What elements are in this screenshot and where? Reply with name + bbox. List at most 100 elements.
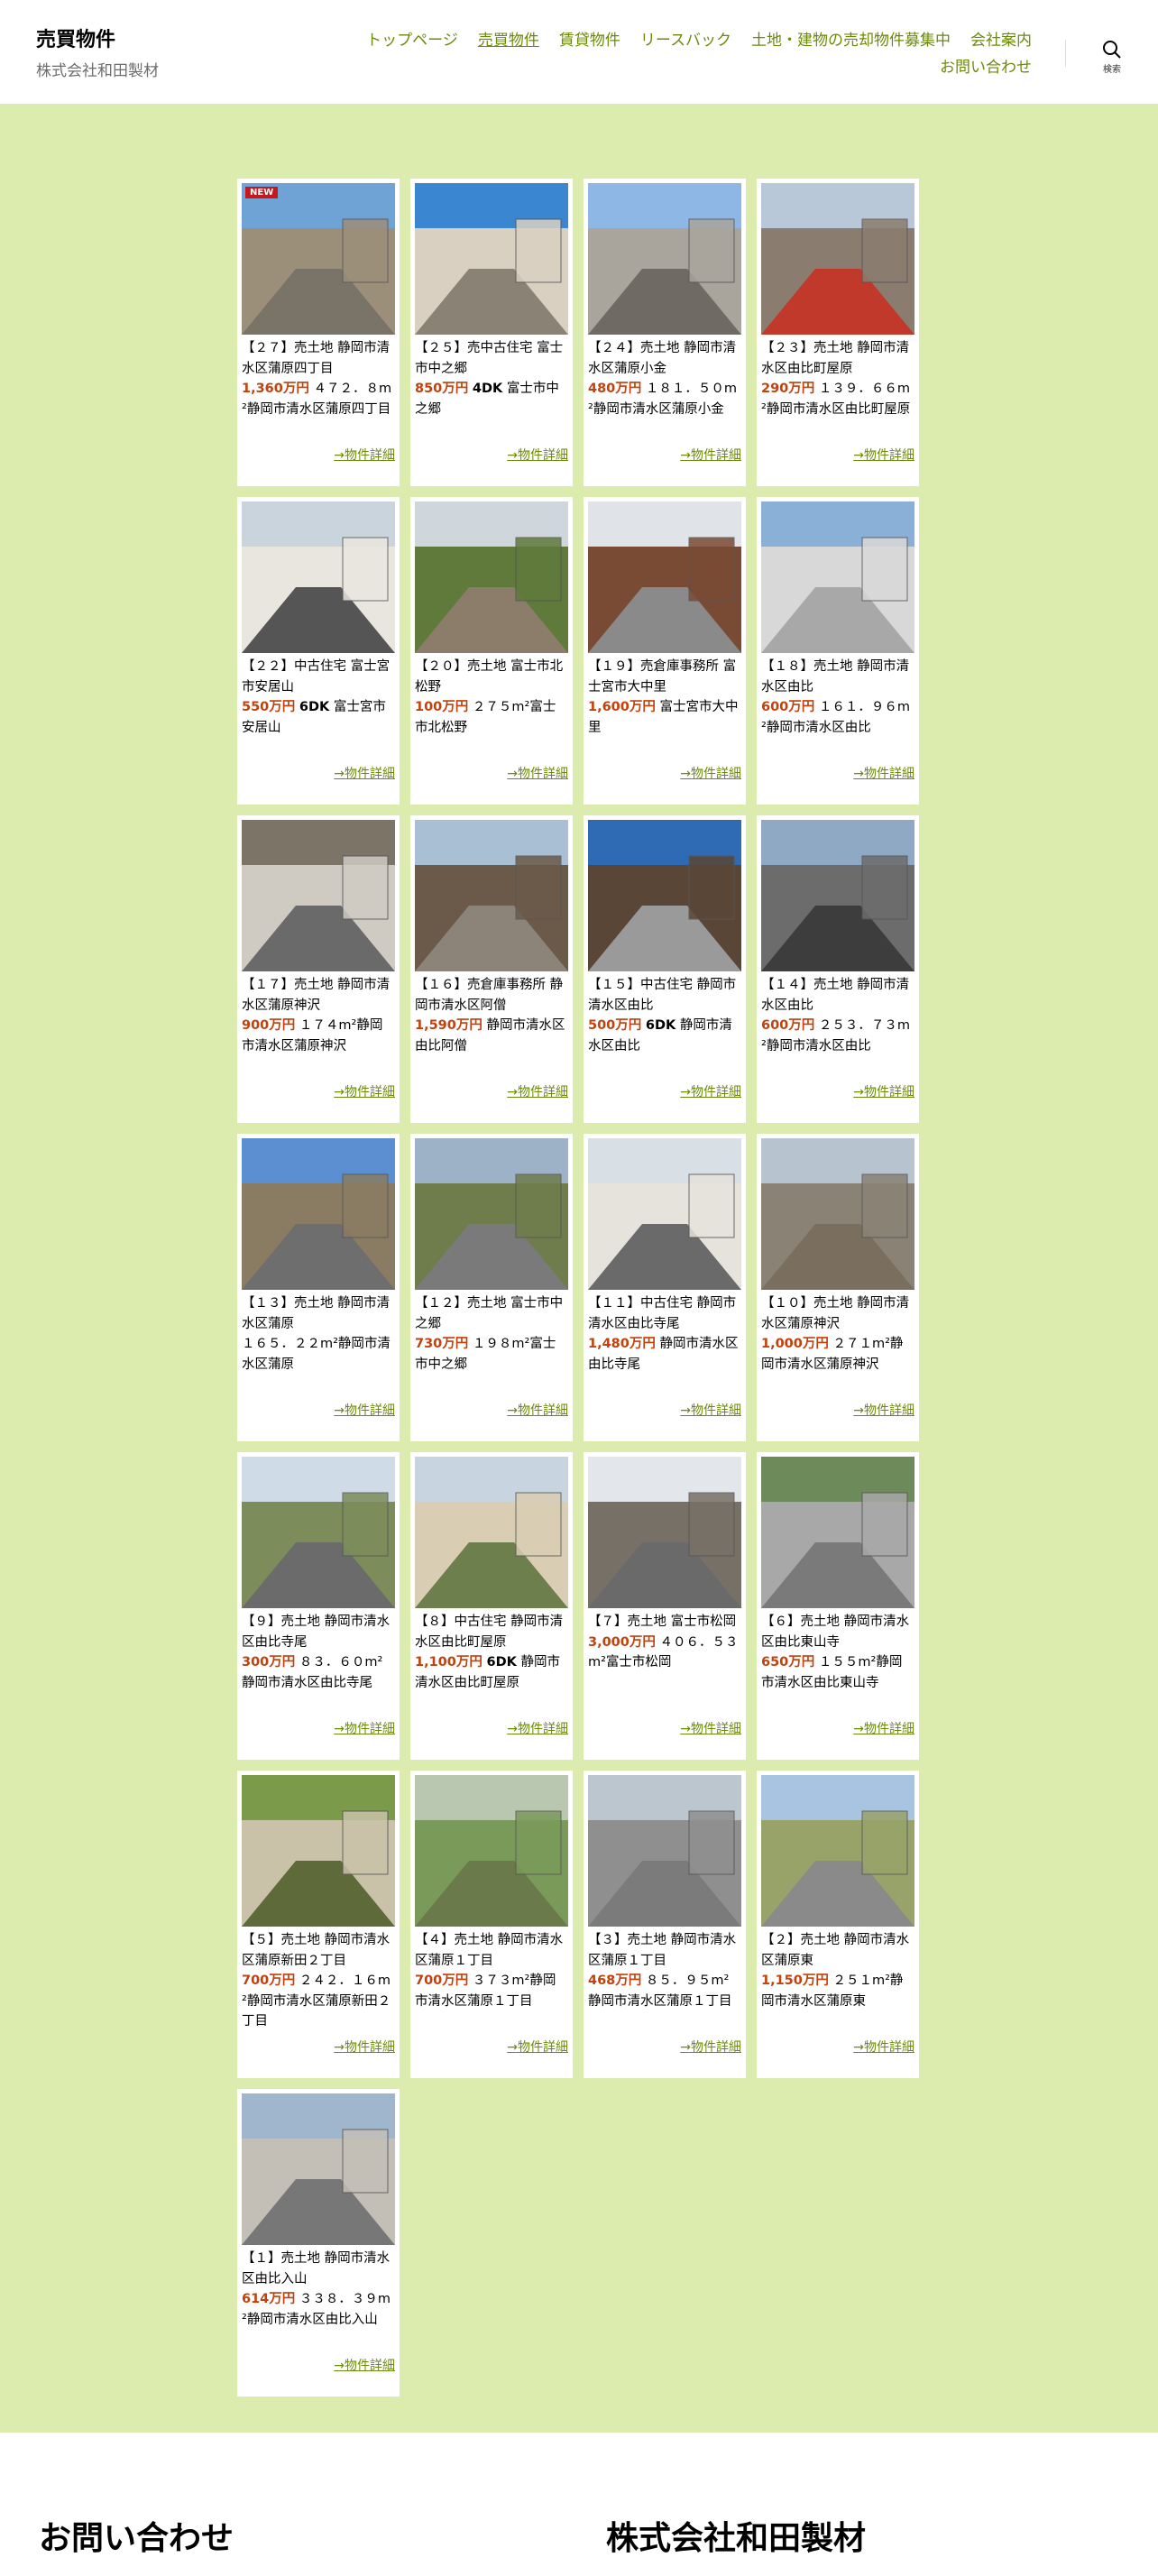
- property-photo[interactable]: [242, 501, 395, 653]
- nav-company[interactable]: 会社案内: [970, 27, 1032, 54]
- detail-link[interactable]: →物件詳細: [507, 764, 568, 782]
- detail-link[interactable]: →物件詳細: [853, 1082, 914, 1100]
- listing-description: 【１０】売土地 静岡市清水区蒲原神沢 1,000万円 ２７１m²静岡市清水区蒲原神…: [761, 1293, 914, 1375]
- listing-description: 【１６】売倉庫事務所 静岡市清水区阿僧 1,590万円 静岡市清水区由比阿僧: [415, 975, 568, 1056]
- property-photo[interactable]: [588, 183, 741, 335]
- detail-link[interactable]: →物件詳細: [507, 1719, 568, 1737]
- listings-section: NEW 【２７】売土地 静岡市清水区蒲原四丁目 1,360万円 ４７２．８m²静岡市…: [0, 104, 1158, 2433]
- search-button[interactable]: 検索: [1094, 40, 1130, 75]
- property-photo[interactable]: [761, 1138, 914, 1290]
- property-photo[interactable]: [415, 501, 568, 653]
- listing-price: 730万円: [415, 1337, 469, 1351]
- detail-link[interactable]: →物件詳細: [507, 1401, 568, 1419]
- detail-link[interactable]: →物件詳細: [334, 1401, 395, 1419]
- nav-top[interactable]: トップページ: [366, 27, 458, 54]
- listing-card[interactable]: 【２５】売中古住宅 富士市中之郷 850万円 4DK 富士市中之郷 →物件詳細: [410, 179, 573, 486]
- listing-title: 【２２】中古住宅 富士宮市安居山: [242, 659, 391, 695]
- listing-description: 【１１】中古住宅 静岡市清水区由比寺尾 1,480万円 静岡市清水区由比寺尾: [588, 1293, 741, 1375]
- property-photo[interactable]: [242, 1457, 395, 1608]
- property-photo[interactable]: [588, 1775, 741, 1927]
- property-photo[interactable]: [415, 183, 568, 335]
- nav-sales[interactable]: 売買物件: [478, 27, 539, 54]
- detail-link[interactable]: →物件詳細: [853, 2038, 914, 2056]
- property-photo[interactable]: [242, 820, 395, 971]
- property-photo-image: [415, 1457, 568, 1608]
- property-photo[interactable]: [588, 820, 741, 971]
- detail-link[interactable]: →物件詳細: [680, 1082, 741, 1100]
- nav-wanted[interactable]: 土地・建物の売却物件募集中: [751, 27, 951, 54]
- property-photo[interactable]: [761, 820, 914, 971]
- detail-link[interactable]: →物件詳細: [853, 764, 914, 782]
- property-photo-image: [588, 1775, 741, 1927]
- listing-card[interactable]: 【８】中古住宅 静岡市清水区由比町屋原 1,100万円 6DK 静岡市清水区由比町…: [410, 1452, 573, 1760]
- listing-card[interactable]: 【１０】売土地 静岡市清水区蒲原神沢 1,000万円 ２７１m²静岡市清水区蒲原神…: [757, 1134, 919, 1441]
- detail-link[interactable]: →物件詳細: [507, 446, 568, 464]
- listing-card[interactable]: 【２３】売土地 静岡市清水区由比町屋原 290万円 １３９．６６m²静岡市清水区由…: [757, 179, 919, 486]
- listing-card[interactable]: 【１６】売倉庫事務所 静岡市清水区阿僧 1,590万円 静岡市清水区由比阿僧 →物件…: [410, 815, 573, 1123]
- property-photo[interactable]: [242, 1138, 395, 1290]
- property-photo[interactable]: [242, 1775, 395, 1927]
- listing-card[interactable]: 【３】売土地 静岡市清水区蒲原１丁目 468万円 ８５．９５m²静岡市清水区蒲原１…: [584, 1771, 746, 2078]
- listing-card[interactable]: 【１４】売土地 静岡市清水区由比 600万円 ２５３．７３m²静岡市清水区由比 →物…: [757, 815, 919, 1123]
- listing-card[interactable]: 【９】売土地 静岡市清水区由比寺尾 300万円 ８３．６０m²静岡市清水区由比寺尾…: [237, 1452, 400, 1760]
- listing-card[interactable]: 【６】売土地 静岡市清水区由比東山寺 650万円 １５５m²静岡市清水区由比東山寺…: [757, 1452, 919, 1760]
- listing-card[interactable]: 【１３】売土地 静岡市清水区蒲原 １６５．２２m²静岡市清水区蒲原 →物件詳細: [237, 1134, 400, 1441]
- detail-link[interactable]: →物件詳細: [853, 1719, 914, 1737]
- detail-link[interactable]: →物件詳細: [507, 2038, 568, 2056]
- listing-title: 【１０】売土地 静岡市清水区蒲原神沢: [761, 1296, 910, 1331]
- listing-card[interactable]: 【１５】中古住宅 静岡市清水区由比 500万円 6DK 静岡市清水区由比 →物件詳細: [584, 815, 746, 1123]
- detail-link[interactable]: →物件詳細: [680, 1719, 741, 1737]
- listing-price: 468万円: [588, 1973, 642, 1988]
- listing-card[interactable]: 【１７】売土地 静岡市清水区蒲原神沢 900万円 １７４m²静岡市清水区蒲原神沢 →…: [237, 815, 400, 1123]
- detail-link[interactable]: →物件詳細: [680, 446, 741, 464]
- property-photo[interactable]: [761, 1457, 914, 1608]
- listing-title: 【１７】売土地 静岡市清水区蒲原神沢: [242, 978, 391, 1013]
- detail-link[interactable]: →物件詳細: [334, 2038, 395, 2056]
- listing-card[interactable]: NEW 【２７】売土地 静岡市清水区蒲原四丁目 1,360万円 ４７２．８m²静岡市…: [237, 179, 400, 486]
- property-photo[interactable]: [415, 820, 568, 971]
- listing-card[interactable]: 【２４】売土地 静岡市清水区蒲原小金 480万円 １８１．５０m²静岡市清水区蒲原…: [584, 179, 746, 486]
- detail-link[interactable]: →物件詳細: [853, 1401, 914, 1419]
- listing-card[interactable]: 【２０】売土地 富士市北松野 100万円 ２７５m²富士市北松野 →物件詳細: [410, 497, 573, 805]
- property-photo[interactable]: [761, 1775, 914, 1927]
- property-photo[interactable]: [415, 1457, 568, 1608]
- detail-link[interactable]: →物件詳細: [334, 446, 395, 464]
- listing-card[interactable]: 【４】売土地 静岡市清水区蒲原１丁目 700万円 ３７３m²静岡市清水区蒲原１丁目…: [410, 1771, 573, 2078]
- site-title[interactable]: 売買物件: [36, 23, 115, 52]
- detail-link[interactable]: →物件詳細: [680, 1401, 741, 1419]
- listing-card[interactable]: 【１９】売倉庫事務所 富士宮市大中里 1,600万円 富士宮市大中里 →物件詳細: [584, 497, 746, 805]
- detail-link[interactable]: →物件詳細: [507, 1082, 568, 1100]
- property-photo[interactable]: [415, 1138, 568, 1290]
- search-label: 検索: [1103, 65, 1121, 75]
- property-photo[interactable]: NEW: [242, 183, 395, 335]
- listing-card[interactable]: 【１１】中古住宅 静岡市清水区由比寺尾 1,480万円 静岡市清水区由比寺尾 →物件…: [584, 1134, 746, 1441]
- new-badge: NEW: [245, 187, 279, 198]
- detail-link[interactable]: →物件詳細: [334, 1719, 395, 1737]
- listing-title: 【１３】売土地 静岡市清水区蒲原: [242, 1296, 391, 1331]
- listing-description: 【３】売土地 静岡市清水区蒲原１丁目 468万円 ８５．９５m²静岡市清水区蒲原１…: [588, 1930, 741, 2011]
- listing-card[interactable]: 【２２】中古住宅 富士宮市安居山 550万円 6DK 富士宮市安居山 →物件詳細: [237, 497, 400, 805]
- listing-card[interactable]: 【１】売土地 静岡市清水区由比入山 614万円 ３３８．３９m²静岡市清水区由比入…: [237, 2089, 400, 2397]
- nav-contact[interactable]: お問い合わせ: [940, 54, 1032, 81]
- property-photo-image: [588, 1457, 741, 1608]
- detail-link[interactable]: →物件詳細: [334, 2356, 395, 2374]
- property-photo[interactable]: [588, 1138, 741, 1290]
- listing-card[interactable]: 【１８】売土地 静岡市清水区由比 600万円 １６１．９６m²静岡市清水区由比 →物…: [757, 497, 919, 805]
- nav-leaseback[interactable]: リースバック: [640, 27, 731, 54]
- detail-link[interactable]: →物件詳細: [334, 1082, 395, 1100]
- property-photo[interactable]: [588, 1457, 741, 1608]
- listing-card[interactable]: 【１２】売土地 富士市中之郷 730万円 １９８m²富士市中之郷 →物件詳細: [410, 1134, 573, 1441]
- listing-card[interactable]: 【７】売土地 富士市松岡 3,000万円 ４０６．５３m²富士市松岡 →物件詳細: [584, 1452, 746, 1760]
- property-photo[interactable]: [415, 1775, 568, 1927]
- detail-link[interactable]: →物件詳細: [853, 446, 914, 464]
- detail-link[interactable]: →物件詳細: [680, 2038, 741, 2056]
- property-photo[interactable]: [588, 501, 741, 653]
- detail-link[interactable]: →物件詳細: [334, 764, 395, 782]
- property-photo[interactable]: [761, 183, 914, 335]
- listing-card[interactable]: 【２】売土地 静岡市清水区蒲原東 1,150万円 ２５１m²静岡市清水区蒲原東 →物…: [757, 1771, 919, 2078]
- property-photo[interactable]: [761, 501, 914, 653]
- property-photo[interactable]: [242, 2093, 395, 2245]
- nav-rental[interactable]: 賃貸物件: [559, 27, 620, 54]
- listing-card[interactable]: 【５】売土地 静岡市清水区蒲原新田２丁目 700万円 ２４２．１６m²静岡市清水区…: [237, 1771, 400, 2078]
- detail-link[interactable]: →物件詳細: [680, 764, 741, 782]
